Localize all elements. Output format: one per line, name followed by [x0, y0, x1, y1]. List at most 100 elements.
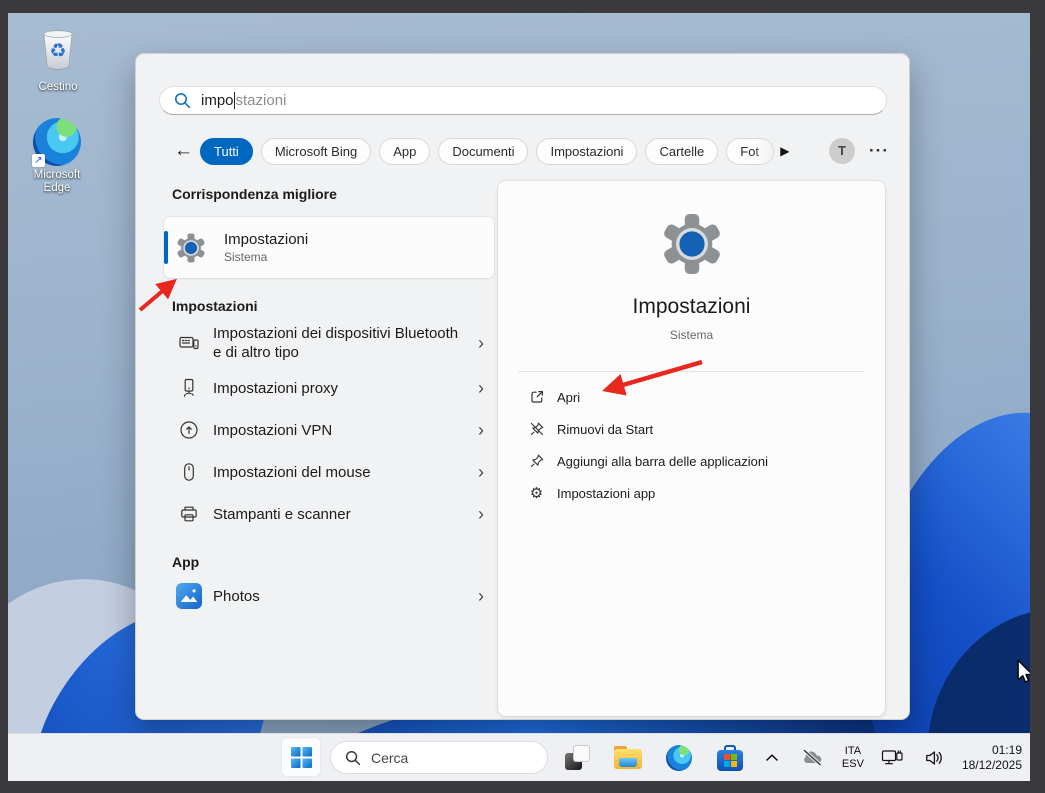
- result-label: Impostazioni del mouse: [213, 463, 470, 482]
- preview-actions: Apri Rimuovi da Start: [498, 372, 885, 509]
- onedrive-status-button[interactable]: [796, 744, 829, 771]
- chevron-right-icon: ›: [478, 586, 484, 607]
- filter-tab-app[interactable]: App: [379, 138, 430, 165]
- taskbar-search-box[interactable]: Cerca: [330, 741, 548, 774]
- settings-gear-icon-large: [661, 213, 723, 275]
- search-input[interactable]: impostazioni: [159, 86, 887, 115]
- clock[interactable]: 01:19 18/12/2025: [962, 743, 1022, 773]
- app-section-header: App: [164, 554, 494, 570]
- selection-accent-bar: [164, 231, 168, 264]
- ethernet-network-icon: [881, 748, 904, 767]
- network-button[interactable]: [877, 744, 908, 771]
- volume-button[interactable]: [921, 746, 949, 770]
- back-button[interactable]: ←: [174, 140, 200, 162]
- action-label: Impostazioni app: [557, 486, 655, 501]
- best-match-header: Corrispondenza migliore: [164, 186, 494, 202]
- mouse-icon: [179, 462, 199, 482]
- search-suggestion-text: stazioni: [236, 92, 287, 109]
- tabs-scroll-right-icon[interactable]: ▶: [780, 144, 789, 158]
- search-typed-text: impo: [201, 92, 234, 109]
- edge-icon: ↗: [33, 118, 81, 166]
- edge-button[interactable]: [662, 741, 696, 775]
- vpn-shield-icon: [179, 420, 199, 440]
- svg-text:♻: ♻: [49, 41, 66, 62]
- preview-title: Impostazioni: [633, 295, 751, 319]
- desktop-icon-microsoft-edge[interactable]: ↗ Microsoft Edge: [19, 118, 95, 195]
- action-app-settings[interactable]: ⚙ Impostazioni app: [528, 477, 855, 509]
- tray-chevron-up-button[interactable]: [761, 749, 783, 766]
- tab-overflow-fade: [753, 139, 773, 164]
- desktop-icon-label: Cestino: [20, 81, 96, 94]
- result-vpn-settings[interactable]: Impostazioni VPN ›: [164, 414, 494, 446]
- tray-time: 01:19: [962, 743, 1022, 758]
- best-match-result-impostazioni[interactable]: Impostazioni Sistema: [164, 217, 494, 278]
- chevron-right-icon: ›: [478, 378, 484, 399]
- account-avatar[interactable]: T: [829, 138, 855, 164]
- shortcut-arrow-icon: ↗: [32, 154, 45, 167]
- result-label: Impostazioni VPN: [213, 421, 470, 440]
- action-label: Rimuovi da Start: [557, 422, 653, 437]
- best-match-subtitle: Sistema: [224, 250, 308, 264]
- desktop: ♻ Cestino ↗ Microsoft Edge impostazioni …: [8, 13, 1030, 781]
- system-tray: ITA ESV 01:19 18/12/2025: [761, 734, 1022, 781]
- onedrive-crossed-cloud-icon: [800, 748, 825, 767]
- action-open[interactable]: Apri: [528, 381, 855, 413]
- speaker-icon: [925, 750, 945, 766]
- windows-logo-icon: [291, 747, 312, 768]
- language-indicator[interactable]: ITA ESV: [842, 745, 864, 770]
- unpin-icon: [528, 421, 545, 438]
- desktop-icon-recycle-bin[interactable]: ♻ Cestino: [20, 23, 96, 94]
- settings-section-header: Impostazioni: [164, 298, 494, 314]
- desktop-icon-label: Microsoft Edge: [19, 169, 95, 195]
- devices-icon: [179, 333, 199, 353]
- file-explorer-icon: [614, 746, 642, 769]
- recycle-bin-icon: ♻: [36, 23, 80, 78]
- tray-date: 18/12/2025: [962, 758, 1022, 773]
- result-printers-scanners[interactable]: Stampanti e scanner ›: [164, 498, 494, 530]
- microsoft-store-icon: [717, 745, 743, 771]
- file-explorer-button[interactable]: [611, 741, 645, 775]
- action-pin-to-taskbar[interactable]: Aggiungi alla barra delle applicazioni: [528, 445, 855, 477]
- result-photos-app[interactable]: Photos ›: [164, 580, 494, 612]
- gear-icon: ⚙: [528, 485, 545, 502]
- edge-icon: [666, 745, 692, 771]
- chevron-up-icon: [765, 753, 779, 762]
- pin-icon: [528, 453, 545, 470]
- result-preview-pane: Impostazioni Sistema Apri: [498, 181, 885, 716]
- chevron-right-icon: ›: [478, 420, 484, 441]
- chevron-right-icon: ›: [478, 504, 484, 525]
- open-external-icon: [528, 389, 545, 406]
- result-proxy-settings[interactable]: Impostazioni proxy ›: [164, 372, 494, 404]
- result-label: Impostazioni proxy: [213, 379, 470, 398]
- chevron-right-icon: ›: [478, 333, 484, 354]
- taskbar-app-icons: [560, 734, 747, 781]
- microsoft-store-button[interactable]: [713, 741, 747, 775]
- result-label: Impostazioni dei dispositivi Bluetooth e…: [213, 324, 470, 362]
- action-unpin-from-start[interactable]: Rimuovi da Start: [528, 413, 855, 445]
- search-results-column: Corrispondenza migliore: [164, 186, 494, 612]
- filter-tabs-row: ← Tutti Microsoft Bing App Documenti Imp…: [174, 137, 889, 165]
- filter-tab-microsoft-bing[interactable]: Microsoft Bing: [261, 138, 371, 165]
- settings-gear-icon: [176, 233, 206, 263]
- proxy-server-icon: [179, 378, 199, 398]
- filter-tab-documenti[interactable]: Documenti: [438, 138, 528, 165]
- result-label: Stampanti e scanner: [213, 505, 470, 524]
- result-label: Photos: [213, 587, 470, 606]
- chevron-right-icon: ›: [478, 462, 484, 483]
- result-bluetooth-devices-settings[interactable]: Impostazioni dei dispositivi Bluetooth e…: [164, 324, 494, 362]
- printer-icon: [179, 504, 199, 524]
- filter-tab-tutti[interactable]: Tutti: [200, 138, 253, 165]
- search-icon: [345, 750, 361, 766]
- task-view-button[interactable]: [560, 741, 594, 775]
- search-icon: [174, 92, 191, 109]
- filter-tab-cartelle[interactable]: Cartelle: [645, 138, 718, 165]
- mouse-cursor: [1016, 659, 1030, 685]
- result-mouse-settings[interactable]: Impostazioni del mouse ›: [164, 456, 494, 488]
- start-button[interactable]: [281, 737, 321, 777]
- action-label: Aggiungi alla barra delle applicazioni: [557, 454, 768, 469]
- more-options-button[interactable]: ···: [869, 141, 889, 161]
- best-match-title: Impostazioni: [224, 231, 308, 248]
- filter-tab-foto-truncated[interactable]: Fot: [726, 138, 774, 165]
- photos-app-icon: [176, 583, 202, 609]
- filter-tab-impostazioni[interactable]: Impostazioni: [536, 138, 637, 165]
